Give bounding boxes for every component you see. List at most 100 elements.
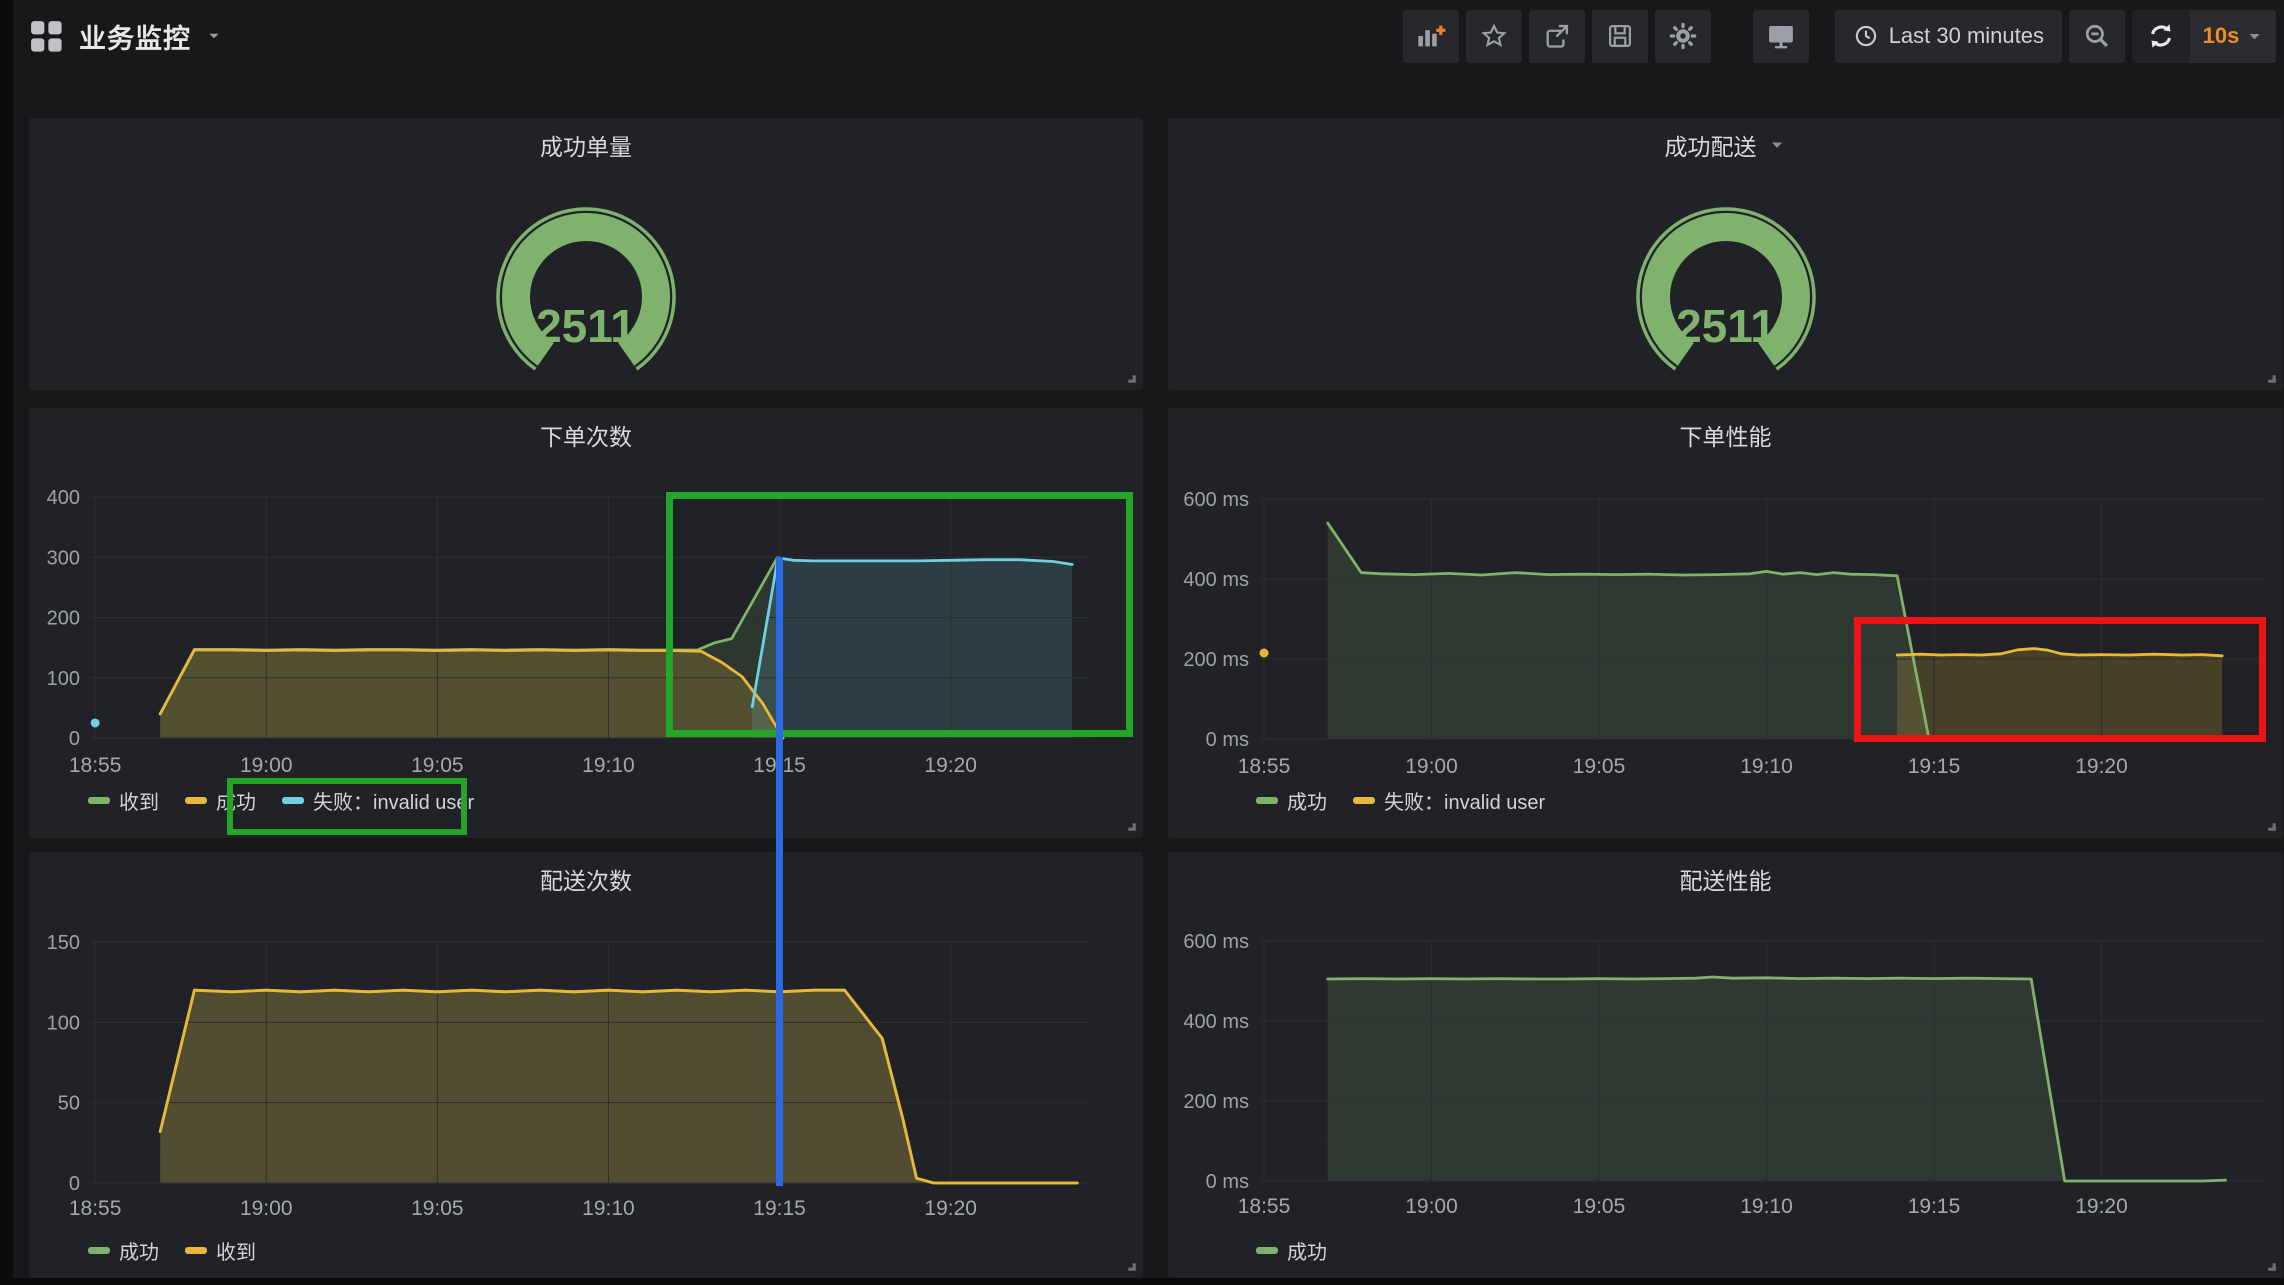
chart-canvas[interactable]: 05010015018:5519:0019:0519:1019:1519:20 [29, 852, 1143, 1278]
chart-order-count[interactable]: 010020030040018:5519:0019:0519:1019:1519… [29, 408, 1143, 838]
legend-item-收到[interactable]: 收到 [88, 786, 159, 815]
series-point-marker [91, 718, 100, 727]
tv-mode-button[interactable] [1753, 10, 1809, 63]
y-tick-label: 0 ms [1206, 1171, 1249, 1193]
chart-canvas[interactable]: 0 ms200 ms400 ms600 ms18:5519:0019:0519:… [1168, 852, 2283, 1278]
y-tick-label: 200 ms [1183, 1091, 1249, 1113]
legend-delivery-count: 成功收到 [88, 1236, 256, 1265]
chart-canvas[interactable]: 0 ms200 ms400 ms600 ms18:5519:0019:0519:… [1168, 408, 2283, 838]
star-button[interactable] [1466, 10, 1522, 63]
gauge-value: 2511 [536, 300, 636, 352]
resize-corner-icon [1124, 1259, 1139, 1274]
x-tick-label: 18:55 [1238, 755, 1291, 778]
panel-resize-handle[interactable] [2264, 1259, 2279, 1274]
series-area-收到 [160, 990, 1077, 1183]
y-tick-label: 50 [58, 1093, 80, 1115]
gauge-value: 2511 [1676, 300, 1776, 352]
legend-item-失败：invalid user[interactable]: 失败：invalid user [1353, 786, 1545, 815]
series-area-成功 [1328, 523, 1929, 739]
legend-item-成功[interactable]: 成功 [1256, 1236, 1327, 1265]
add-panel-icon [1416, 22, 1446, 50]
legend-item-成功[interactable]: 成功 [1256, 786, 1327, 815]
share-button[interactable] [1529, 10, 1585, 63]
title-caret-down-icon[interactable] [205, 27, 223, 45]
chart-canvas[interactable]: 010020030040018:5519:0019:0519:1019:1519… [29, 408, 1143, 838]
y-tick-label: 400 ms [1183, 569, 1249, 591]
panel-resize-handle[interactable] [2264, 371, 2279, 386]
x-tick-label: 19:15 [753, 754, 806, 777]
chart-delivery-perf[interactable]: 0 ms200 ms400 ms600 ms18:5519:0019:0519:… [1168, 852, 2283, 1278]
legend-item-成功[interactable]: 成功 [185, 786, 256, 815]
refresh-button[interactable] [2132, 10, 2190, 63]
legend-item-成功[interactable]: 成功 [88, 1236, 159, 1265]
panel-title-success-orders[interactable]: 成功单量 [540, 128, 632, 162]
x-tick-label: 19:05 [411, 1197, 464, 1220]
y-tick-label: 600 ms [1183, 489, 1249, 511]
panel-resize-handle[interactable] [1124, 1259, 1139, 1274]
panel-order-count: 下单次数 010020030040018:5519:0019:0519:1019… [29, 408, 1143, 838]
refresh-interval-label: 10s [2203, 23, 2240, 49]
save-button[interactable] [1592, 10, 1648, 63]
x-tick-label: 19:00 [240, 1197, 293, 1220]
panel-title-success-delivery[interactable]: 成功配送 [1665, 128, 1757, 162]
x-tick-label: 19:00 [1405, 755, 1458, 778]
series-area-失败：invalid user [1897, 649, 2222, 739]
resize-corner-icon [1124, 819, 1139, 834]
legend-swatch [185, 797, 207, 804]
legend-order-perf: 成功失败：invalid user [1256, 786, 1545, 815]
window-edge-left [0, 0, 13, 1285]
y-tick-label: 0 [69, 728, 80, 750]
chart-delivery-count[interactable]: 05010015018:5519:0019:0519:1019:1519:20 [29, 852, 1143, 1278]
add-panel-button[interactable] [1403, 10, 1459, 63]
navbar-left: 业务监控 [13, 17, 223, 56]
x-tick-label: 18:55 [69, 1197, 122, 1220]
resize-corner-icon [2264, 371, 2279, 386]
dashboard-grid-icon[interactable] [28, 18, 65, 55]
legend-label: 成功 [119, 1236, 159, 1265]
x-tick-label: 19:05 [411, 754, 464, 777]
legend-label: 失败：invalid user [313, 786, 474, 815]
resize-corner-icon [2264, 819, 2279, 834]
panel-title-order-perf[interactable]: 下单性能 [1680, 418, 1772, 452]
x-tick-label: 19:15 [1908, 1195, 1961, 1218]
y-tick-label: 200 ms [1183, 649, 1249, 671]
series-area-成功 [1328, 977, 2226, 1181]
legend-item-失败：invalid user[interactable]: 失败：invalid user [282, 786, 474, 815]
panel-resize-handle[interactable] [1124, 371, 1139, 386]
x-tick-label: 19:05 [1573, 1195, 1626, 1218]
x-tick-label: 19:20 [2075, 1195, 2128, 1218]
panel-success-delivery: 成功配送 2511 [1168, 118, 2283, 390]
series-point-marker [1260, 649, 1269, 658]
legend-swatch [1256, 797, 1278, 804]
y-tick-label: 0 [69, 1173, 80, 1195]
y-tick-label: 400 [47, 487, 80, 509]
gauge-success-delivery: 2511 [1168, 200, 2283, 400]
refresh-interval-dropdown[interactable]: 10s [2190, 10, 2276, 63]
panel-delivery-perf: 配送性能 0 ms200 ms400 ms600 ms18:5519:0019:… [1168, 852, 2283, 1278]
x-tick-label: 19:15 [1908, 755, 1961, 778]
gear-icon [1668, 21, 1698, 51]
time-range-button[interactable]: Last 30 minutes [1835, 10, 2062, 63]
panel-title-delivery-count[interactable]: 配送次数 [540, 862, 632, 896]
dashboard-title[interactable]: 业务监控 [79, 17, 191, 56]
gauge-success-orders: 2511 [29, 200, 1143, 400]
x-tick-label: 19:10 [582, 1197, 635, 1220]
zoom-out-button[interactable] [2069, 10, 2125, 63]
star-icon [1480, 22, 1508, 50]
legend-swatch [282, 797, 304, 804]
panel-resize-handle[interactable] [2264, 819, 2279, 834]
panel-title-delivery-perf[interactable]: 配送性能 [1680, 862, 1772, 896]
y-tick-label: 100 [47, 668, 80, 690]
panel-menu-caret-icon[interactable] [1767, 135, 1787, 155]
chart-order-perf[interactable]: 0 ms200 ms400 ms600 ms18:5519:0019:0519:… [1168, 408, 2283, 838]
panel-resize-handle[interactable] [1124, 819, 1139, 834]
y-tick-label: 200 [47, 608, 80, 630]
legend-swatch [88, 1247, 110, 1254]
series-area-失败：invalid user [752, 558, 1072, 738]
legend-item-收到[interactable]: 收到 [185, 1236, 256, 1265]
legend-delivery-perf: 成功 [1256, 1236, 1327, 1265]
y-tick-label: 0 ms [1206, 729, 1249, 751]
gauge-canvas: 2511 [446, 200, 726, 400]
panel-title-order-count[interactable]: 下单次数 [540, 418, 632, 452]
settings-button[interactable] [1655, 10, 1711, 63]
